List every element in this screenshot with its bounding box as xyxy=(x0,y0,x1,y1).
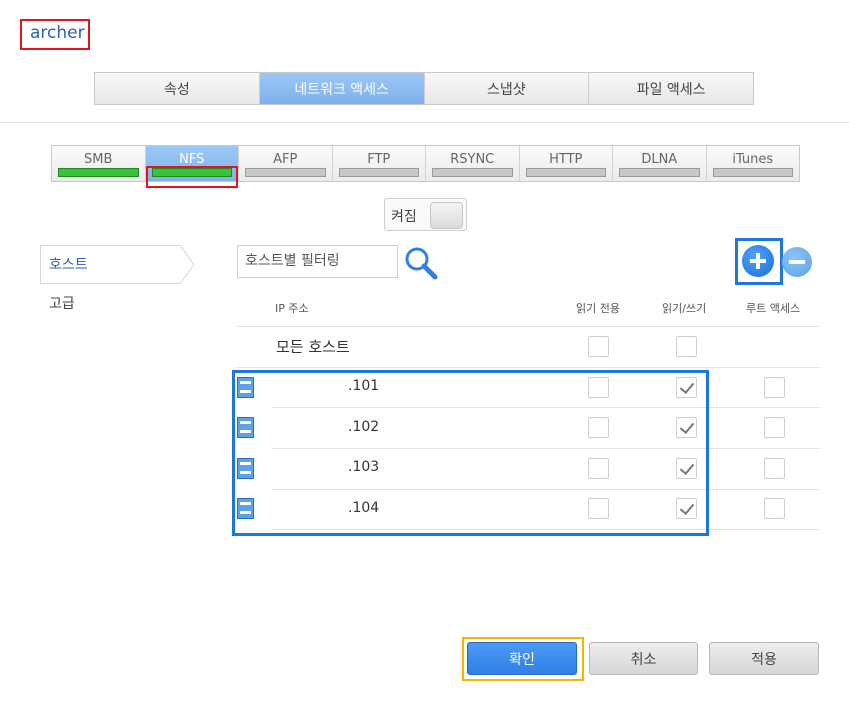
status-bar xyxy=(619,168,700,177)
root-access-checkbox[interactable] xyxy=(764,458,785,479)
tab-label: iTunes xyxy=(732,152,774,167)
divider xyxy=(0,122,849,123)
add-host-button[interactable] xyxy=(742,245,774,277)
tab-http[interactable]: HTTP xyxy=(519,146,613,181)
all-hosts-label: 모든 호스트 xyxy=(276,338,350,356)
root-access-checkbox[interactable] xyxy=(764,417,785,438)
table-divider xyxy=(237,367,819,368)
tab-label: RSYNC xyxy=(450,152,495,167)
status-bar xyxy=(525,168,606,177)
nav-advanced[interactable]: 고급 xyxy=(49,293,75,313)
remove-host-button[interactable] xyxy=(782,247,812,277)
tab-label: NFS xyxy=(179,152,205,167)
tab-label: AFP xyxy=(273,152,298,167)
toggle-knob[interactable] xyxy=(430,202,463,229)
root-access-checkbox[interactable] xyxy=(764,498,785,519)
toggle-label: 켜짐 xyxy=(391,209,417,225)
main-tabs: 속성 네트워크 액세스 스냅샷 파일 액세스 xyxy=(94,72,754,105)
tab-label: SMB xyxy=(84,152,113,167)
all-hosts-read-only-checkbox[interactable] xyxy=(588,336,609,357)
apply-button[interactable]: 적용 xyxy=(709,642,819,675)
root-access-checkbox[interactable] xyxy=(764,377,785,398)
status-bar xyxy=(712,168,793,177)
column-header-read-only: 읽기 전용 xyxy=(576,302,620,315)
status-bar xyxy=(58,168,139,177)
all-hosts-read-write-checkbox[interactable] xyxy=(676,336,697,357)
tab-label: FTP xyxy=(367,152,391,167)
tab-ftp[interactable]: FTP xyxy=(332,146,426,181)
nav-host[interactable]: 호스트 xyxy=(40,245,195,284)
nav-host-label: 호스트 xyxy=(49,257,88,273)
column-header-read-write: 읽기/쓰기 xyxy=(662,302,707,315)
host-rows-highlight xyxy=(232,370,709,536)
host-filter-input[interactable]: 호스트별 필터링 xyxy=(237,245,398,278)
tab-label: DLNA xyxy=(641,152,678,167)
tab-afp[interactable]: AFP xyxy=(239,146,333,181)
table-divider xyxy=(237,326,819,327)
ok-button[interactable]: 확인 xyxy=(467,642,577,675)
tab-file-access[interactable]: 파일 액세스 xyxy=(589,73,753,104)
service-toggle[interactable]: 켜짐 xyxy=(384,198,467,231)
tab-snapshot[interactable]: 스냅샷 xyxy=(424,73,590,104)
status-bar xyxy=(432,168,513,177)
column-header-root-access: 루트 액세스 xyxy=(746,302,801,315)
tab-label: HTTP xyxy=(549,152,583,167)
tab-properties[interactable]: 속성 xyxy=(95,73,260,104)
tab-rsync[interactable]: RSYNC xyxy=(426,146,520,181)
status-bar xyxy=(338,168,419,177)
tab-itunes[interactable]: iTunes xyxy=(706,146,799,181)
nfs-highlight xyxy=(146,166,238,188)
share-name: archer xyxy=(20,19,90,50)
status-bar xyxy=(245,168,326,177)
column-header-ip: IP 주소 xyxy=(275,302,309,315)
tab-dlna[interactable]: DLNA xyxy=(613,146,707,181)
tab-network-access[interactable]: 네트워크 액세스 xyxy=(259,73,425,104)
search-icon[interactable] xyxy=(403,245,439,281)
tab-smb[interactable]: SMB xyxy=(52,146,146,181)
cancel-button[interactable]: 취소 xyxy=(589,642,698,675)
